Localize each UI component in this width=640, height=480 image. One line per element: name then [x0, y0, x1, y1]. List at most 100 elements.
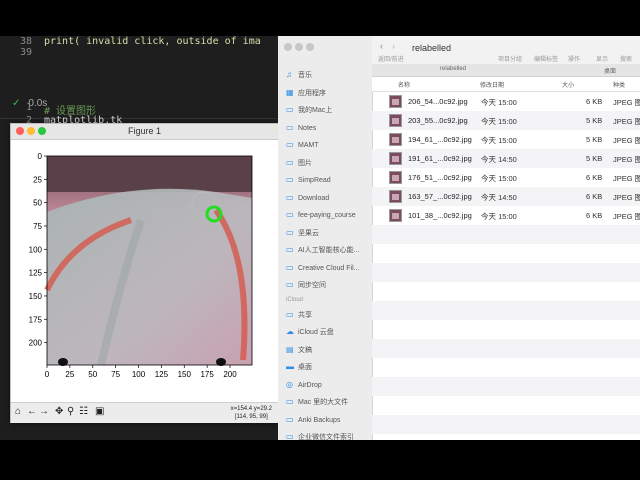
forward-arrow-icon[interactable]: →: [39, 406, 49, 417]
zoom-icon[interactable]: ⚲: [67, 406, 74, 417]
col-date[interactable]: 修改日期: [480, 80, 504, 89]
finder-window[interactable]: ♫ 音乐 ▦ 应用程序 ▭ 我的Mac上 ▭ Notes ▭ MAMT ▭ 图片 ▭ SimpRead ▭ D…: [278, 36, 640, 440]
sidebar-item[interactable]: ▭ 我的Mac上: [286, 105, 332, 115]
sidebar-item-label: SimpRead: [298, 177, 331, 184]
back-arrow-icon[interactable]: ←: [27, 406, 37, 417]
col-size[interactable]: 大小: [562, 80, 574, 89]
empty-row: [372, 377, 640, 396]
finder-sidebar: ♫ 音乐 ▦ 应用程序 ▭ 我的Mac上 ▭ Notes ▭ MAMT ▭ 图片 ▭ SimpRead ▭ D…: [278, 36, 373, 440]
plot-canvas[interactable]: 0 25 50 75 100 125 150 175 200 0 25 50 75 100 125 150 1…: [11, 140, 278, 402]
sidebar-item[interactable]: ▭ 共享: [286, 310, 312, 320]
sidebar-item[interactable]: ▦ 应用程序: [286, 88, 326, 98]
empty-row: [372, 415, 640, 434]
sidebar-item[interactable]: ▭ 企业微信文件索引: [286, 432, 354, 440]
file-kind: JPEG 图: [613, 212, 640, 221]
minimize-button[interactable]: [295, 43, 303, 51]
sidebar-item[interactable]: ▭ Download: [286, 193, 329, 202]
folder-icon: ▭: [286, 157, 294, 167]
sidebar-item[interactable]: ▭ fee-paying_course: [286, 210, 356, 219]
sidebar-item[interactable]: ▭ 同步空间: [286, 280, 326, 290]
y-tick-label: 0: [38, 152, 43, 161]
tab-desktop[interactable]: 桌面: [604, 66, 616, 75]
sidebar-item[interactable]: ▭ Creative Cloud Fil...: [286, 263, 359, 272]
folder-icon: ▭: [286, 105, 294, 114]
desktop-icon: ▬: [286, 362, 294, 371]
empty-row: [372, 244, 640, 263]
action-label[interactable]: 操作: [568, 54, 580, 63]
file-row[interactable]: 176_51_...0c92.jpg 今天 15:00 6 KB JPEG 图: [372, 168, 640, 187]
file-kind: JPEG 图: [613, 193, 640, 202]
sidebar-item[interactable]: ▭ AI人工智能核心能...: [286, 245, 359, 255]
sidebar-item[interactable]: ▭ Anki Backups: [286, 415, 340, 424]
file-row[interactable]: 163_57_...0c92.jpg 今天 14:50 6 KB JPEG 图: [372, 187, 640, 206]
code-line: print( invalid click, outside of ima: [44, 36, 261, 47]
file-name: 101_38_...0c92.jpg: [408, 211, 472, 220]
sidebar-item[interactable]: ☁ iCloud 云盘: [286, 327, 334, 337]
image-thumbnail-icon: [389, 171, 402, 184]
sidebar-item[interactable]: ▭ Notes: [286, 123, 316, 132]
figure-window[interactable]: Figure 1 0 25 50 75 100 125 150 175 200 …: [10, 123, 279, 423]
sidebar-item-label: 企业微信文件索引: [298, 434, 354, 440]
image-thumbnail-icon: [389, 95, 402, 108]
file-kind: JPEG 图: [613, 98, 640, 107]
doc-icon: ▤: [286, 344, 294, 354]
folder-icon: ▭: [286, 280, 294, 289]
file-row[interactable]: 194_61_...0c92.jpg 今天 15:00 5 KB JPEG 图: [372, 130, 640, 149]
image-thumbnail-icon: [389, 152, 402, 165]
home-icon[interactable]: ⌂: [15, 406, 21, 417]
file-row[interactable]: 206_54...0c92.jpg 今天 15:00 6 KB JPEG 图: [372, 92, 640, 111]
file-row[interactable]: 203_55...0c92.jpg 今天 15:00 5 KB JPEG 图: [372, 111, 640, 130]
file-date: 今天 15:00: [481, 136, 517, 145]
sidebar-item[interactable]: ▭ Mac 里的大文件: [286, 397, 348, 407]
y-tick-label: 125: [29, 269, 43, 278]
configure-icon[interactable]: ☷: [79, 406, 88, 417]
sidebar-item[interactable]: ▬ 桌面: [286, 362, 312, 372]
file-kind: JPEG 图: [613, 174, 640, 183]
sidebar-item-label: AirDrop: [298, 381, 322, 389]
cell-divider: [0, 118, 278, 119]
folder-icon: ▭: [286, 414, 294, 424]
sidebar-item[interactable]: ♫ 音乐: [286, 70, 312, 80]
file-row[interactable]: 101_38_...0c92.jpg 今天 15:00 6 KB JPEG 图: [372, 206, 640, 225]
file-date: 今天 15:00: [481, 98, 517, 107]
line-number: 38: [19, 36, 32, 47]
close-button[interactable]: [284, 43, 292, 51]
zoom-button[interactable]: [306, 43, 314, 51]
sidebar-item[interactable]: ▤ 文稿: [286, 345, 312, 355]
view-label[interactable]: 显示: [596, 54, 608, 63]
coordinate-readout: x=154.4 y=29.2 [114, 95, 99]: [231, 405, 272, 421]
folder-icon: ▭: [286, 192, 294, 202]
figure-titlebar[interactable]: Figure 1: [11, 124, 278, 140]
col-kind[interactable]: 种类: [613, 80, 625, 89]
search-label[interactable]: 搜索: [620, 54, 632, 63]
finder-toolbar: ‹ › relabelled 返回/前进 项目分组 编辑标签 操作 显示 搜索: [372, 36, 640, 64]
empty-row: [372, 225, 640, 244]
forward-icon[interactable]: ›: [392, 41, 395, 51]
sidebar-item[interactable]: ▭ 图片: [286, 158, 312, 168]
file-row[interactable]: 191_61_...0c92.jpg 今天 14:50 5 KB JPEG 图: [372, 149, 640, 168]
back-icon[interactable]: ‹: [380, 41, 383, 51]
sidebar-item-label: Anki Backups: [298, 416, 341, 424]
tab-relabelled[interactable]: relabelled: [440, 66, 466, 72]
sidebar-section-header: iCloud: [286, 296, 304, 303]
code-text: print( invalid click, outside of ima: [44, 36, 261, 47]
group-label[interactable]: 项目分组: [498, 54, 522, 63]
tags-label[interactable]: 编辑标签: [534, 54, 558, 63]
col-name[interactable]: 名称: [398, 80, 410, 89]
folder-icon: ▭: [286, 227, 294, 237]
sidebar-item-label: 共享: [298, 311, 312, 319]
x-tick-label: 0: [45, 370, 50, 379]
save-icon[interactable]: ▣: [95, 406, 104, 417]
sidebar-item[interactable]: ▭ 坚果云: [286, 228, 319, 238]
empty-row: [372, 339, 640, 358]
y-tick-label: 200: [29, 339, 43, 348]
figure-toolbar: ⌂ ← → ✥ ⚲ ☷ ▣ x=154.4 y=29.2 [114, 95, 9…: [11, 402, 278, 423]
sidebar-item[interactable]: ▭ MAMT: [286, 140, 319, 149]
sidebar-item[interactable]: ▭ SimpRead: [286, 175, 331, 184]
folder-icon: ▭: [286, 122, 294, 132]
sidebar-item[interactable]: ◎ AirDrop: [286, 380, 322, 389]
pan-icon[interactable]: ✥: [55, 406, 63, 417]
y-tick-label: 75: [33, 222, 42, 231]
back-forward-label: 返回/前进: [378, 57, 404, 63]
empty-row: [372, 320, 640, 339]
